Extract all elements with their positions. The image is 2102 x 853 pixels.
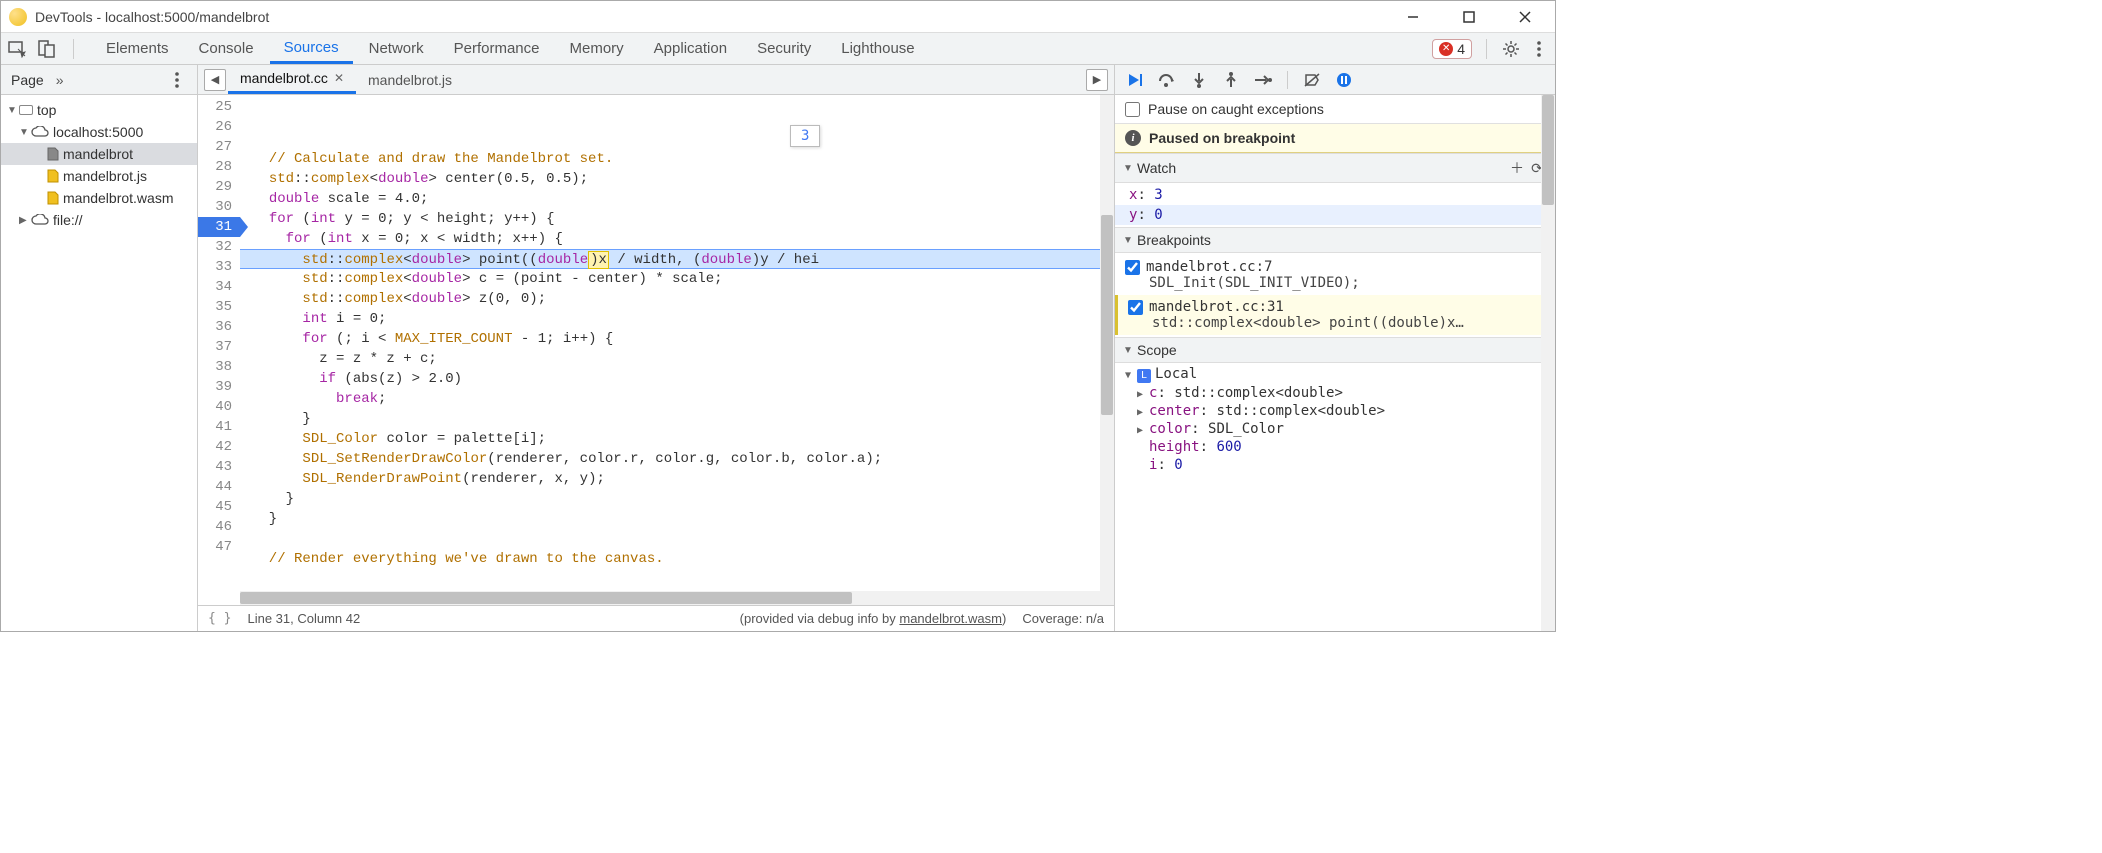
- tab-sources[interactable]: Sources: [270, 33, 353, 64]
- breakpoint-entry[interactable]: mandelbrot.cc:31 std::complex<double> po…: [1115, 295, 1555, 335]
- window-maximize-button[interactable]: [1451, 5, 1487, 29]
- tab-network[interactable]: Network: [355, 33, 438, 64]
- deactivate-breakpoints-button[interactable]: [1302, 70, 1322, 90]
- scope-var[interactable]: ▶color: SDL_Color: [1115, 420, 1555, 438]
- tree-file-scheme[interactable]: ▶ file://: [1, 209, 197, 231]
- gutter[interactable]: 2526272829303132333435363738394041424344…: [198, 95, 240, 591]
- window-title: DevTools - localhost:5000/mandelbrot: [35, 9, 1395, 25]
- local-badge-icon: L: [1137, 369, 1151, 383]
- editor-tab-mandelbrot-cc[interactable]: mandelbrot.cc ✕: [228, 65, 356, 94]
- editor-nav-back-icon[interactable]: ◀: [204, 69, 226, 91]
- tab-application[interactable]: Application: [640, 33, 741, 64]
- pretty-print-icon[interactable]: { }: [208, 611, 231, 626]
- debugger-pane: Pause on caught exceptions i Paused on b…: [1115, 65, 1555, 631]
- close-tab-icon[interactable]: ✕: [334, 71, 344, 85]
- tab-memory[interactable]: Memory: [556, 33, 638, 64]
- tab-security[interactable]: Security: [743, 33, 825, 64]
- debug-info-source: (provided via debug info by mandelbrot.w…: [740, 611, 1007, 626]
- file-icon: [47, 147, 59, 161]
- navigator-pane: Page » ▼ top ▼ localhost:50: [1, 65, 198, 631]
- step-into-button[interactable]: [1189, 70, 1209, 90]
- window-icon: [19, 105, 33, 115]
- device-toggle-icon[interactable]: [37, 39, 57, 59]
- devtools-window: DevTools - localhost:5000/mandelbrot: [0, 0, 1556, 632]
- tree-top[interactable]: ▼ top: [1, 99, 197, 121]
- navigator-menu-icon[interactable]: [167, 70, 187, 90]
- app-logo-icon: [9, 8, 27, 26]
- scope-section-header[interactable]: ▼Scope: [1115, 337, 1555, 363]
- step-over-button[interactable]: [1157, 70, 1177, 90]
- cloud-icon: [31, 212, 49, 228]
- tree-file-mandelbrot[interactable]: mandelbrot: [1, 143, 197, 165]
- debugger-vertical-scrollbar[interactable]: [1541, 95, 1555, 631]
- main-toolbar: Elements Console Sources Network Perform…: [1, 33, 1555, 65]
- editor-pane: ◀ mandelbrot.cc ✕ mandelbrot.js ▶ 252627…: [198, 65, 1115, 631]
- breakpoint-entry[interactable]: mandelbrot.cc:7 SDL_Init(SDL_INIT_VIDEO)…: [1115, 255, 1555, 295]
- tab-elements[interactable]: Elements: [92, 33, 183, 64]
- error-count: 4: [1457, 41, 1465, 57]
- resume-button[interactable]: [1125, 70, 1145, 90]
- scope-local[interactable]: ▼LLocal: [1115, 365, 1555, 384]
- editor-nav-forward-icon[interactable]: ▶: [1086, 69, 1108, 91]
- horizontal-scrollbar[interactable]: [240, 591, 1114, 605]
- error-count-badge[interactable]: ✕ 4: [1432, 39, 1472, 59]
- scope-var[interactable]: ▶c: std::complex<double>: [1115, 384, 1555, 402]
- file-tree: ▼ top ▼ localhost:5000 mandelbrot: [1, 95, 197, 235]
- file-icon: [47, 169, 59, 183]
- scope-var[interactable]: height: 600: [1115, 438, 1555, 456]
- watch-section-header[interactable]: ▼Watch ＋ ⟳: [1115, 153, 1555, 183]
- window-close-button[interactable]: [1507, 5, 1543, 29]
- tab-console[interactable]: Console: [185, 33, 268, 64]
- pause-exceptions-button[interactable]: [1334, 70, 1354, 90]
- status-bar: { } Line 31, Column 42 (provided via deb…: [198, 605, 1114, 631]
- step-out-button[interactable]: [1221, 70, 1241, 90]
- navigator-tab-page[interactable]: Page: [11, 72, 44, 88]
- vertical-scrollbar[interactable]: [1100, 95, 1114, 591]
- cursor-position: Line 31, Column 42: [247, 611, 360, 626]
- watch-add-button[interactable]: ＋: [1507, 158, 1527, 178]
- code-editor[interactable]: 2526272829303132333435363738394041424344…: [198, 95, 1114, 591]
- info-icon: i: [1125, 130, 1141, 146]
- panel-tabs: Elements Console Sources Network Perform…: [92, 33, 1432, 64]
- debug-wasm-link[interactable]: mandelbrot.wasm: [899, 611, 1002, 626]
- file-icon: [47, 191, 59, 205]
- scope-var[interactable]: ▶center: std::complex<double>: [1115, 402, 1555, 420]
- inspect-element-icon[interactable]: [7, 39, 27, 59]
- cloud-icon: [31, 124, 49, 140]
- value-tooltip: 3: [790, 125, 820, 147]
- code-area[interactable]: // Calculate and draw the Mandelbrot set…: [240, 95, 1114, 591]
- watch-entry[interactable]: y: 0: [1115, 205, 1555, 225]
- navigator-more-tabs-icon[interactable]: »: [56, 72, 64, 88]
- breakpoint-checkbox[interactable]: [1125, 260, 1140, 275]
- tree-file-mandelbrot-js[interactable]: mandelbrot.js: [1, 165, 197, 187]
- window-titlebar: DevTools - localhost:5000/mandelbrot: [1, 1, 1555, 33]
- pause-caught-exceptions-checkbox[interactable]: [1125, 102, 1140, 117]
- tab-lighthouse[interactable]: Lighthouse: [827, 33, 928, 64]
- editor-tab-mandelbrot-js[interactable]: mandelbrot.js: [356, 65, 464, 94]
- error-icon: ✕: [1439, 42, 1453, 56]
- paused-banner: i Paused on breakpoint: [1115, 124, 1555, 153]
- breakpoint-checkbox[interactable]: [1128, 300, 1143, 315]
- tree-file-mandelbrot-wasm[interactable]: mandelbrot.wasm: [1, 187, 197, 209]
- breakpoints-section-header[interactable]: ▼Breakpoints: [1115, 227, 1555, 253]
- settings-gear-icon[interactable]: [1501, 39, 1521, 59]
- window-minimize-button[interactable]: [1395, 5, 1431, 29]
- watch-entry[interactable]: x: 3: [1115, 185, 1555, 205]
- more-menu-icon[interactable]: [1529, 39, 1549, 59]
- scope-var[interactable]: i: 0: [1115, 456, 1555, 474]
- tree-host[interactable]: ▼ localhost:5000: [1, 121, 197, 143]
- debugger-toolbar: [1115, 65, 1555, 95]
- coverage-status: Coverage: n/a: [1022, 611, 1104, 626]
- step-button[interactable]: [1253, 70, 1273, 90]
- pause-caught-exceptions-label: Pause on caught exceptions: [1148, 101, 1324, 117]
- tab-performance[interactable]: Performance: [440, 33, 554, 64]
